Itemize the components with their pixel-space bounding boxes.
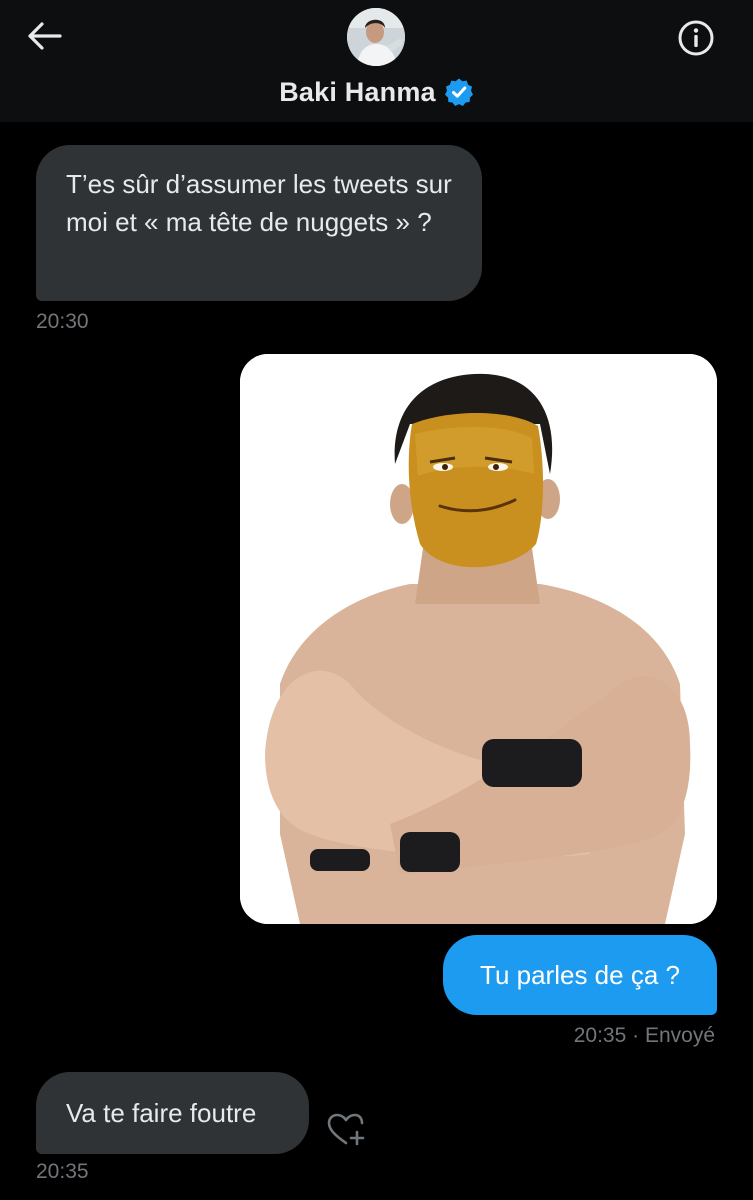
heart-add-icon[interactable]	[326, 1112, 366, 1148]
verified-badge-icon	[444, 78, 473, 106]
message-timestamp: 20:35	[36, 1160, 89, 1183]
contact-name[interactable]: Baki Hanma	[279, 77, 436, 108]
message-bubble-outgoing[interactable]: Tu parles de ça ?	[443, 935, 717, 1015]
info-circle-icon[interactable]	[676, 18, 716, 58]
avatar[interactable]	[347, 8, 405, 66]
message-timestamp-sent: 20:35 · Envoyé	[573, 1024, 715, 1047]
contact-title[interactable]: Baki Hanma	[0, 72, 753, 112]
chat-header: Baki Hanma	[0, 0, 753, 122]
message-bubble-incoming[interactable]: T’es sûr d’assumer les tweets sur moi et…	[36, 145, 482, 301]
message-timestamp: 20:30	[36, 310, 89, 333]
shared-image[interactable]	[240, 354, 717, 924]
message-bubble-incoming[interactable]: Va te faire foutre	[36, 1072, 309, 1154]
arrow-left-icon[interactable]	[24, 20, 64, 52]
